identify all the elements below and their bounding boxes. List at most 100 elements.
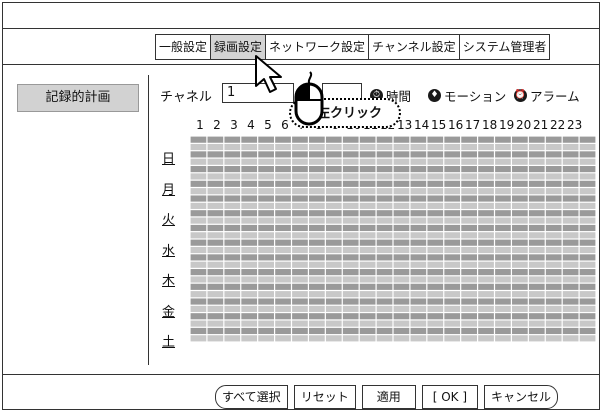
schedule-cell[interactable] bbox=[545, 335, 562, 342]
schedule-cell[interactable] bbox=[478, 166, 494, 173]
schedule-cell[interactable] bbox=[342, 313, 359, 320]
schedule-cell[interactable] bbox=[528, 188, 545, 195]
schedule-cell[interactable] bbox=[224, 283, 241, 290]
schedule-cell[interactable] bbox=[495, 305, 511, 312]
schedule-cell[interactable] bbox=[376, 305, 393, 312]
schedule-cell[interactable] bbox=[461, 232, 477, 239]
schedule-cell[interactable] bbox=[393, 320, 410, 327]
schedule-cell[interactable] bbox=[410, 269, 427, 276]
schedule-cell[interactable] bbox=[427, 261, 444, 268]
schedule-cell[interactable] bbox=[292, 232, 308, 239]
schedule-cell[interactable] bbox=[393, 313, 410, 320]
schedule-cell[interactable] bbox=[528, 313, 545, 320]
schedule-cell[interactable] bbox=[393, 158, 410, 165]
schedule-cell[interactable] bbox=[579, 202, 596, 209]
schedule-cell[interactable] bbox=[461, 313, 477, 320]
schedule-cell[interactable] bbox=[258, 188, 274, 195]
schedule-cell[interactable] bbox=[258, 283, 274, 290]
schedule-cell[interactable] bbox=[562, 173, 579, 180]
schedule-cell[interactable] bbox=[376, 180, 393, 187]
schedule-cell[interactable] bbox=[461, 305, 477, 312]
schedule-cell[interactable] bbox=[478, 327, 494, 335]
schedule-cell[interactable] bbox=[207, 305, 224, 312]
schedule-cell[interactable] bbox=[461, 158, 477, 165]
schedule-cell[interactable] bbox=[309, 335, 325, 342]
schedule-cell[interactable] bbox=[224, 180, 241, 187]
schedule-cell[interactable] bbox=[461, 188, 477, 195]
schedule-cell[interactable] bbox=[528, 246, 545, 254]
schedule-cell[interactable] bbox=[444, 261, 461, 268]
schedule-cell[interactable] bbox=[495, 173, 511, 180]
schedule-cell[interactable] bbox=[410, 143, 427, 151]
schedule-cell[interactable] bbox=[207, 269, 224, 276]
schedule-cell[interactable] bbox=[461, 269, 477, 276]
schedule-cell[interactable] bbox=[309, 180, 325, 187]
schedule-cell[interactable] bbox=[562, 180, 579, 187]
schedule-cell[interactable] bbox=[512, 246, 528, 254]
schedule-cell[interactable] bbox=[410, 246, 427, 254]
schedule-cell[interactable] bbox=[190, 305, 207, 312]
schedule-cell[interactable] bbox=[292, 217, 308, 224]
schedule-cell[interactable] bbox=[427, 291, 444, 298]
schedule-cell[interactable] bbox=[444, 305, 461, 312]
schedule-cell[interactable] bbox=[275, 224, 291, 232]
schedule-cell[interactable] bbox=[427, 327, 444, 335]
schedule-cell[interactable] bbox=[275, 335, 291, 342]
schedule-cell[interactable] bbox=[325, 276, 342, 283]
schedule-cell[interactable] bbox=[545, 283, 562, 290]
schedule-cell[interactable] bbox=[258, 143, 274, 151]
ok-button[interactable]: [ OK ] bbox=[421, 385, 479, 409]
schedule-cell[interactable] bbox=[359, 180, 376, 187]
schedule-cell[interactable] bbox=[292, 202, 308, 209]
schedule-cell[interactable] bbox=[393, 136, 410, 143]
schedule-cell[interactable] bbox=[444, 320, 461, 327]
schedule-grid[interactable] bbox=[190, 136, 596, 342]
schedule-cell[interactable] bbox=[359, 327, 376, 335]
schedule-cell[interactable] bbox=[478, 202, 494, 209]
schedule-cell[interactable] bbox=[342, 173, 359, 180]
schedule-cell[interactable] bbox=[342, 246, 359, 254]
schedule-cell[interactable] bbox=[478, 261, 494, 268]
schedule-cell[interactable] bbox=[359, 173, 376, 180]
schedule-cell[interactable] bbox=[461, 195, 477, 202]
schedule-cell[interactable] bbox=[292, 173, 308, 180]
schedule-cell[interactable] bbox=[190, 239, 207, 246]
schedule-cell[interactable] bbox=[512, 195, 528, 202]
schedule-cell[interactable] bbox=[495, 202, 511, 209]
schedule-cell[interactable] bbox=[241, 188, 258, 195]
schedule-cell[interactable] bbox=[528, 305, 545, 312]
schedule-cell[interactable] bbox=[545, 136, 562, 143]
schedule-cell[interactable] bbox=[410, 188, 427, 195]
schedule-cell[interactable] bbox=[461, 151, 477, 158]
schedule-cell[interactable] bbox=[325, 158, 342, 165]
schedule-cell[interactable] bbox=[427, 166, 444, 173]
schedule-cell[interactable] bbox=[444, 166, 461, 173]
schedule-cell[interactable] bbox=[275, 313, 291, 320]
schedule-cell[interactable] bbox=[512, 239, 528, 246]
schedule-cell[interactable] bbox=[309, 188, 325, 195]
schedule-cell[interactable] bbox=[224, 335, 241, 342]
schedule-cell[interactable] bbox=[579, 217, 596, 224]
schedule-cell[interactable] bbox=[562, 246, 579, 254]
schedule-cell[interactable] bbox=[393, 291, 410, 298]
schedule-cell[interactable] bbox=[309, 173, 325, 180]
schedule-cell[interactable] bbox=[478, 158, 494, 165]
schedule-cell[interactable] bbox=[495, 298, 511, 305]
schedule-cell[interactable] bbox=[190, 254, 207, 261]
schedule-cell[interactable] bbox=[393, 276, 410, 283]
schedule-cell[interactable] bbox=[444, 217, 461, 224]
schedule-cell[interactable] bbox=[292, 246, 308, 254]
schedule-cell[interactable] bbox=[579, 173, 596, 180]
schedule-cell[interactable] bbox=[444, 313, 461, 320]
schedule-cell[interactable] bbox=[444, 269, 461, 276]
schedule-cell[interactable] bbox=[359, 269, 376, 276]
schedule-cell[interactable] bbox=[190, 224, 207, 232]
schedule-cell[interactable] bbox=[342, 254, 359, 261]
schedule-cell[interactable] bbox=[562, 320, 579, 327]
schedule-cell[interactable] bbox=[241, 335, 258, 342]
schedule-cell[interactable] bbox=[562, 239, 579, 246]
schedule-cell[interactable] bbox=[410, 232, 427, 239]
schedule-cell[interactable] bbox=[393, 305, 410, 312]
schedule-cell[interactable] bbox=[309, 276, 325, 283]
schedule-cell[interactable] bbox=[258, 327, 274, 335]
